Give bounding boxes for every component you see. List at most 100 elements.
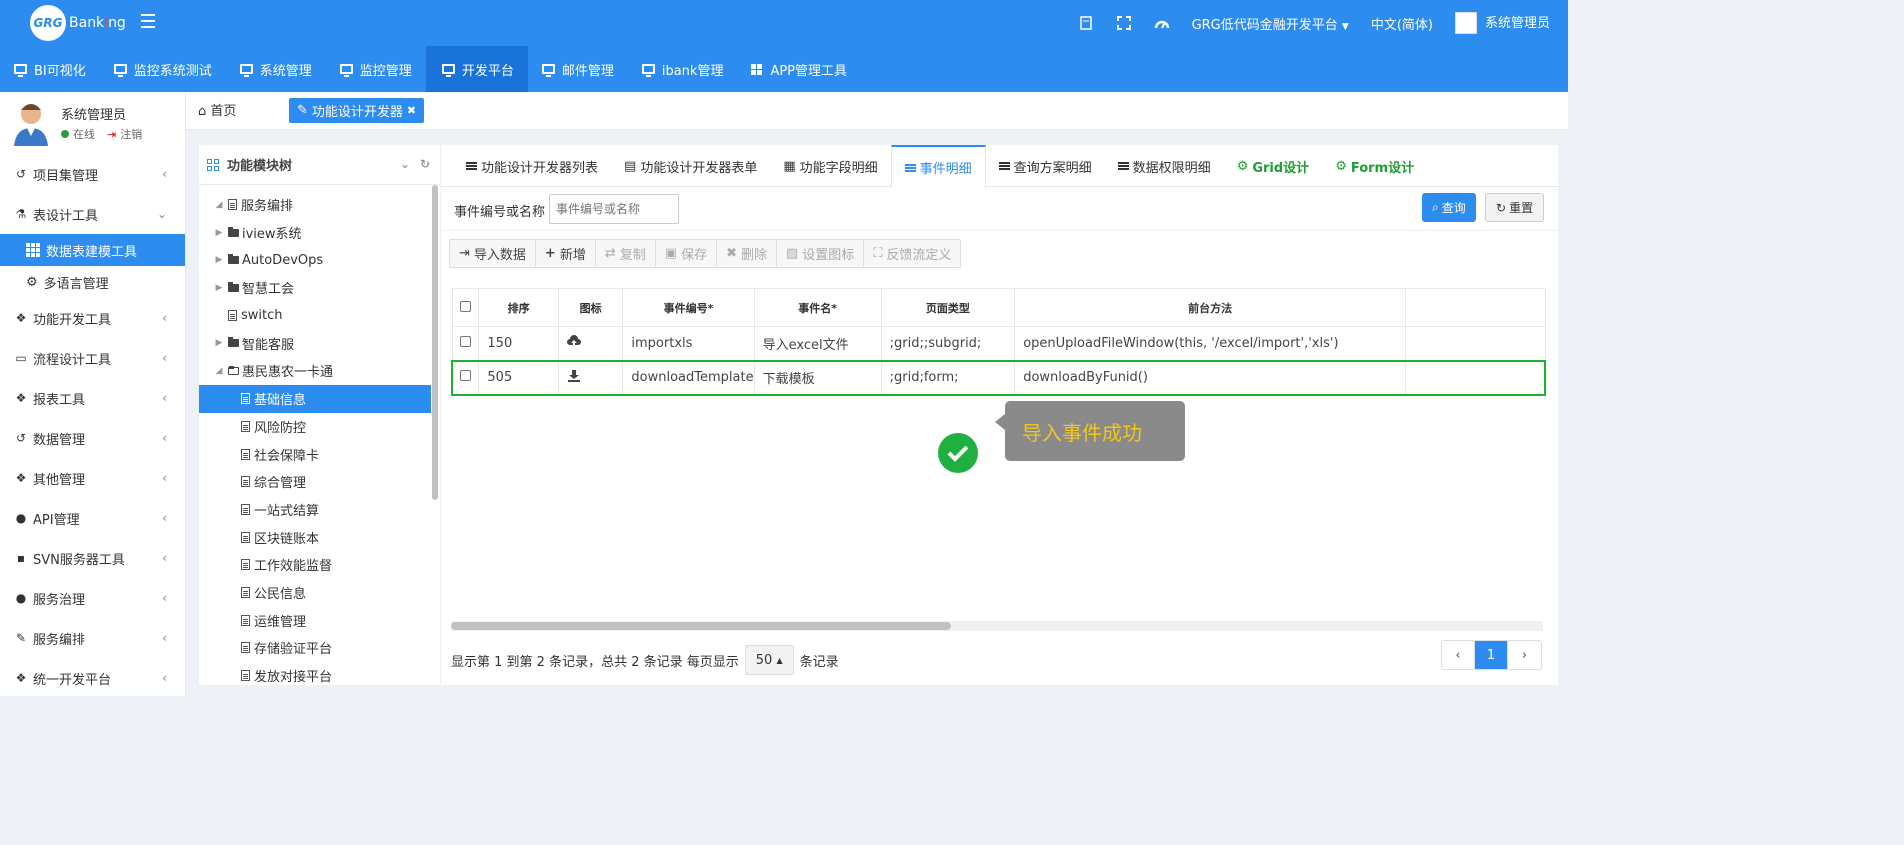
chevron-down-icon[interactable]: ⌄ [400, 157, 410, 171]
tab-designer-form[interactable]: ▤ 功能设计开发器表单 [611, 145, 770, 187]
tree-node[interactable]: 综合管理 [199, 468, 440, 496]
platform-dropdown[interactable]: GRG低代码金融开发平台 ▼ [1192, 14, 1349, 33]
cell-pagetype[interactable]: ;grid;form; [880, 359, 1016, 396]
col-icon[interactable]: 图标 [557, 288, 624, 327]
tree-node[interactable]: ◢ 惠民惠农一卡通 [199, 357, 440, 385]
language-switch[interactable]: 中文(简体) [1371, 14, 1433, 33]
col-order[interactable]: 排序 [478, 288, 559, 327]
col-pagetype[interactable]: 页面类型 [880, 288, 1016, 327]
select-all[interactable] [451, 288, 480, 327]
feedback-flow-button[interactable]: ⛶ 反馈流定义 [864, 240, 960, 267]
import-button[interactable]: ⇥ 导入数据 [450, 240, 536, 267]
col-method[interactable]: 前台方法 [1014, 288, 1406, 327]
table-row[interactable]: 150 importxls 导入excel文件 ;grid;;subgrid; … [451, 326, 1546, 361]
row-checkbox[interactable] [460, 370, 471, 381]
nav-system[interactable]: 系统管理 [226, 46, 326, 92]
tab-form-design[interactable]: ⚙ Form设计 [1322, 145, 1427, 187]
next-page-button[interactable]: › [1508, 641, 1541, 669]
nav-dev-platform[interactable]: 开发平台 [425, 46, 528, 92]
nav-app-tools[interactable]: APP管理工具 [737, 46, 861, 92]
table-hscroll-thumb[interactable] [451, 622, 951, 630]
copy-button[interactable]: ⇄ 复制 [596, 240, 656, 267]
logout-link[interactable]: 注销 [120, 126, 142, 142]
tab-function-designer[interactable]: ✎ 功能设计开发器 ✖ [289, 98, 425, 123]
tree-node[interactable]: ▶ AutoDevOps [199, 246, 440, 274]
tree-node[interactable]: 一站式结算 [199, 496, 440, 524]
reset-button[interactable]: ↻ 重置 [1485, 193, 1545, 222]
add-button[interactable]: + 新增 [536, 240, 596, 267]
cell-code[interactable]: downloadTemplate [622, 359, 755, 396]
col-code[interactable]: 事件编号* [622, 288, 755, 327]
tab-designer-list[interactable]: 功能设计开发器列表 [453, 145, 611, 187]
cell-order[interactable]: 505 [478, 359, 559, 396]
tree-node[interactable]: ◢ 服务编排 [199, 191, 440, 219]
cell-order[interactable]: 150 [478, 326, 559, 361]
menu-service-gov[interactable]: ● 服务治理 ‹ [0, 578, 185, 618]
tree-node-selected[interactable]: 基础信息 [199, 384, 431, 413]
nav-monitor[interactable]: 监控管理 [326, 46, 426, 92]
caret-right-icon[interactable]: ▶ [213, 338, 225, 348]
caret-right-icon[interactable]: ▶ [213, 228, 225, 238]
tree-node[interactable]: 运维管理 [199, 606, 440, 634]
menu-unified-dev[interactable]: ❖ 统一开发平台 ‹ [0, 658, 185, 698]
caret-down-icon[interactable]: ◢ [213, 366, 225, 376]
cell-code[interactable]: importxls [622, 326, 755, 361]
col-name[interactable]: 事件名* [753, 288, 882, 327]
cell-name[interactable]: 下载模板 [753, 359, 882, 396]
menu-data-modeling[interactable]: 数据表建模工具 [0, 234, 185, 266]
tree-node[interactable]: 存储验证平台 [199, 634, 440, 662]
nav-mail[interactable]: 邮件管理 [528, 46, 628, 92]
set-icon-button[interactable]: ▨ 设置图标 [777, 240, 865, 267]
caret-right-icon[interactable]: ▶ [213, 255, 225, 265]
nav-ibank[interactable]: ibank管理 [628, 46, 738, 92]
caret-right-icon[interactable]: ▶ [213, 283, 225, 293]
tab-grid-design[interactable]: ⚙ Grid设计 [1224, 145, 1323, 187]
table-row-selected[interactable]: 505 downloadTemplate 下载模板 ;grid;form; do… [451, 359, 1546, 396]
tree-node[interactable]: 风险防控 [199, 413, 440, 441]
tab-home[interactable]: ⌂ 首页 [198, 100, 236, 119]
tree-node[interactable]: 区块链账本 [199, 523, 440, 551]
caret-down-icon[interactable]: ◢ [213, 200, 225, 210]
search-input[interactable] [549, 194, 679, 224]
tree-node[interactable]: 社会保障卡 [199, 440, 440, 468]
menu-api[interactable]: ● API管理 ‹ [0, 498, 185, 538]
tree-node[interactable]: ▶ 智能客服 [199, 329, 440, 357]
menu-table-design[interactable]: ⚗ 表设计工具 ⌄ [0, 194, 185, 234]
menu-service-orch[interactable]: ✎ 服务编排 ‹ [0, 618, 185, 658]
user-menu[interactable]: 系统管理员 [1454, 12, 1550, 35]
tree-node[interactable]: switch [199, 302, 440, 330]
query-button[interactable]: ⌕ 查询 [1422, 193, 1476, 222]
menu-func-dev[interactable]: ❖ 功能开发工具 ‹ [0, 298, 185, 338]
menu-project-set[interactable]: ↺ 项目集管理 ‹ [0, 154, 185, 194]
tab-data-permission[interactable]: 数据权限明细 [1105, 145, 1224, 187]
menu-svn[interactable]: ▪ SVN服务器工具 ‹ [0, 538, 185, 578]
checkbox[interactable] [459, 300, 471, 312]
prev-page-button[interactable]: ‹ [1442, 641, 1475, 669]
close-icon[interactable]: ✖ [407, 104, 416, 117]
menu-flow-design[interactable]: ▭ 流程设计工具 ‹ [0, 338, 185, 378]
brand-logo[interactable]: GRG Banking [30, 5, 126, 41]
cell-name[interactable]: 导入excel文件 [753, 326, 882, 361]
document-icon[interactable] [1078, 15, 1094, 31]
nav-bi[interactable]: BI可视化 [0, 46, 100, 92]
tree-node[interactable]: ▶ iview系统 [199, 219, 440, 247]
page-size-select[interactable]: 50 ▲ [744, 645, 794, 675]
delete-button[interactable]: ✖ 删除 [717, 240, 777, 267]
cell-method[interactable]: openUploadFileWindow(this, '/excel/impor… [1014, 326, 1406, 361]
fullscreen-icon[interactable] [1116, 15, 1132, 31]
tree-node[interactable]: ▶ 智慧工会 [199, 274, 440, 302]
menu-data-mgmt[interactable]: ↺ 数据管理 ‹ [0, 418, 185, 458]
cell-pagetype[interactable]: ;grid;;subgrid; [880, 326, 1016, 361]
tab-query-scheme[interactable]: 查询方案明细 [986, 145, 1105, 187]
save-button[interactable]: ▣ 保存 [656, 240, 718, 267]
page-1-button[interactable]: 1 [1475, 641, 1508, 669]
tree-node[interactable]: 公民信息 [199, 579, 440, 607]
row-checkbox[interactable] [459, 335, 471, 347]
tree-node[interactable]: 工作效能监督 [199, 551, 440, 579]
refresh-icon[interactable]: ↻ [420, 157, 430, 171]
menu-toggle-icon[interactable] [141, 14, 155, 30]
tab-field-detail[interactable]: ▦ 功能字段明细 [770, 145, 890, 187]
dashboard-icon[interactable] [1154, 15, 1170, 31]
menu-report[interactable]: ❖ 报表工具 ‹ [0, 378, 185, 418]
menu-other[interactable]: ❖ 其他管理 ‹ [0, 458, 185, 498]
